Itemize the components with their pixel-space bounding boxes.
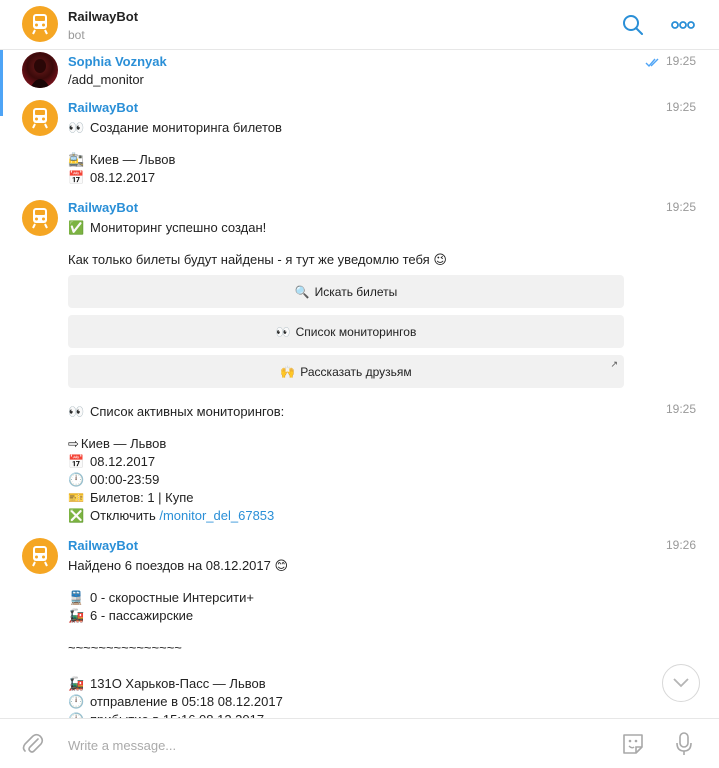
- command-link[interactable]: /add_monitor: [68, 72, 144, 87]
- external-arrow-icon: ↗: [610, 359, 618, 369]
- message-line: Найдено 6 поездов на 08.12.2017 😊: [68, 558, 289, 573]
- message-input[interactable]: [68, 735, 588, 755]
- bot-avatar[interactable]: [22, 100, 58, 136]
- bot-avatar[interactable]: [22, 538, 58, 574]
- bot-avatar[interactable]: [22, 6, 58, 42]
- arrow-icon: ⇨: [68, 436, 79, 451]
- locomotive-icon: 🚂: [68, 608, 85, 623]
- train-icon: 🚉: [68, 152, 85, 167]
- clock-icon: 🕛: [68, 472, 85, 487]
- monitor-list-button[interactable]: 👀 Список мониторингов: [68, 315, 624, 348]
- chat-header: RailwayBot bot: [0, 0, 719, 50]
- sender-name[interactable]: Sophia Voznyak: [68, 54, 167, 69]
- calendar-icon: 📅: [68, 454, 85, 469]
- message-line: ✅ Мониторинг успешно создан!: [68, 220, 267, 235]
- share-friends-button[interactable]: 🙌 Рассказать друзьям ↗: [68, 355, 624, 388]
- message-line: 🕛 00:00-23:59: [68, 472, 160, 487]
- active-message-marker: [0, 50, 3, 116]
- fast-train-icon: 🚆: [68, 590, 85, 605]
- message-line: 📅 08.12.2017: [68, 170, 156, 185]
- bot-avatar[interactable]: [22, 200, 58, 236]
- chat-title[interactable]: RailwayBot: [68, 9, 138, 24]
- message-line: ❎ Отключить /monitor_del_67853: [68, 508, 275, 523]
- double-check-icon: [645, 56, 661, 68]
- eyes-icon: 👀: [68, 404, 85, 419]
- user-avatar[interactable]: [22, 52, 58, 88]
- message-line: 🕛 отправление в 05:18 08.12.2017: [68, 694, 283, 709]
- message-line: 🚂 6 - пассажирские: [68, 608, 194, 623]
- calendar-icon: 📅: [68, 170, 85, 185]
- more-button[interactable]: [670, 13, 696, 37]
- locomotive-icon: 🚂: [68, 676, 85, 691]
- more-icon: [671, 21, 695, 29]
- message-line: 🚂 131О Харьков-Пасс — Львов: [68, 676, 266, 691]
- train-icon: [32, 14, 48, 35]
- message-time: 19:25: [666, 100, 697, 114]
- attach-button[interactable]: [22, 732, 44, 756]
- sender-name[interactable]: RailwayBot: [68, 100, 138, 115]
- ticket-icon: 🎫: [68, 490, 85, 505]
- magnifier-icon: 🔍: [294, 284, 310, 299]
- train-icon: [32, 546, 48, 567]
- eyes-icon: 👀: [68, 120, 85, 135]
- sender-name[interactable]: RailwayBot: [68, 538, 138, 553]
- message-line: 📅 08.12.2017: [68, 454, 156, 469]
- eyes-icon: 👀: [275, 324, 291, 339]
- check-mark-icon: ✅: [68, 220, 85, 235]
- emoji-button[interactable]: [620, 731, 646, 757]
- train-icon: [32, 208, 48, 229]
- message-line: 👀 Создание мониторинга билетов: [68, 120, 282, 135]
- microphone-button[interactable]: [674, 731, 694, 757]
- message-time: 19:26: [666, 538, 697, 552]
- unsubscribe-link[interactable]: /monitor_del_67853: [159, 508, 274, 523]
- message-time: 19:25: [666, 200, 697, 214]
- message-line: ~~~~~~~~~~~~~~~: [68, 640, 182, 655]
- train-icon: [32, 108, 48, 129]
- sender-name[interactable]: RailwayBot: [68, 200, 138, 215]
- message-time: 19:25: [666, 402, 697, 416]
- search-button[interactable]: [621, 13, 645, 37]
- chevron-down-icon: [673, 678, 689, 688]
- chat-subtitle: bot: [68, 28, 85, 42]
- message-line: ⇨ Киев — Львов: [68, 436, 167, 451]
- wink-icon: 😉: [433, 252, 447, 267]
- message-line: 👀 Список активных мониторингов:: [68, 404, 285, 419]
- message-time: 19:25: [666, 54, 697, 68]
- user-photo-icon: [30, 59, 50, 88]
- microphone-icon: [676, 732, 692, 755]
- message-line: 🚉 Киев — Львов: [68, 152, 176, 167]
- search-tickets-button[interactable]: 🔍 Искать билеты: [68, 275, 624, 308]
- paperclip-icon: [22, 733, 44, 753]
- smile-icon: 😊: [274, 558, 289, 573]
- message-line: Как только билеты будут найдены - я тут …: [68, 252, 447, 267]
- raised-hands-icon: 🙌: [280, 364, 296, 379]
- message-composer: [0, 718, 719, 768]
- clock-icon: 🕛: [68, 694, 85, 709]
- cross-mark-icon: ❎: [68, 508, 85, 523]
- search-icon: [623, 15, 643, 35]
- message-line: 🚆 0 - скоростные Интерсити+: [68, 590, 254, 605]
- message-line: 🎫 Билетов: 1 | Купе: [68, 490, 194, 505]
- emoji-icon: [623, 734, 643, 754]
- scroll-down-button[interactable]: [662, 664, 700, 702]
